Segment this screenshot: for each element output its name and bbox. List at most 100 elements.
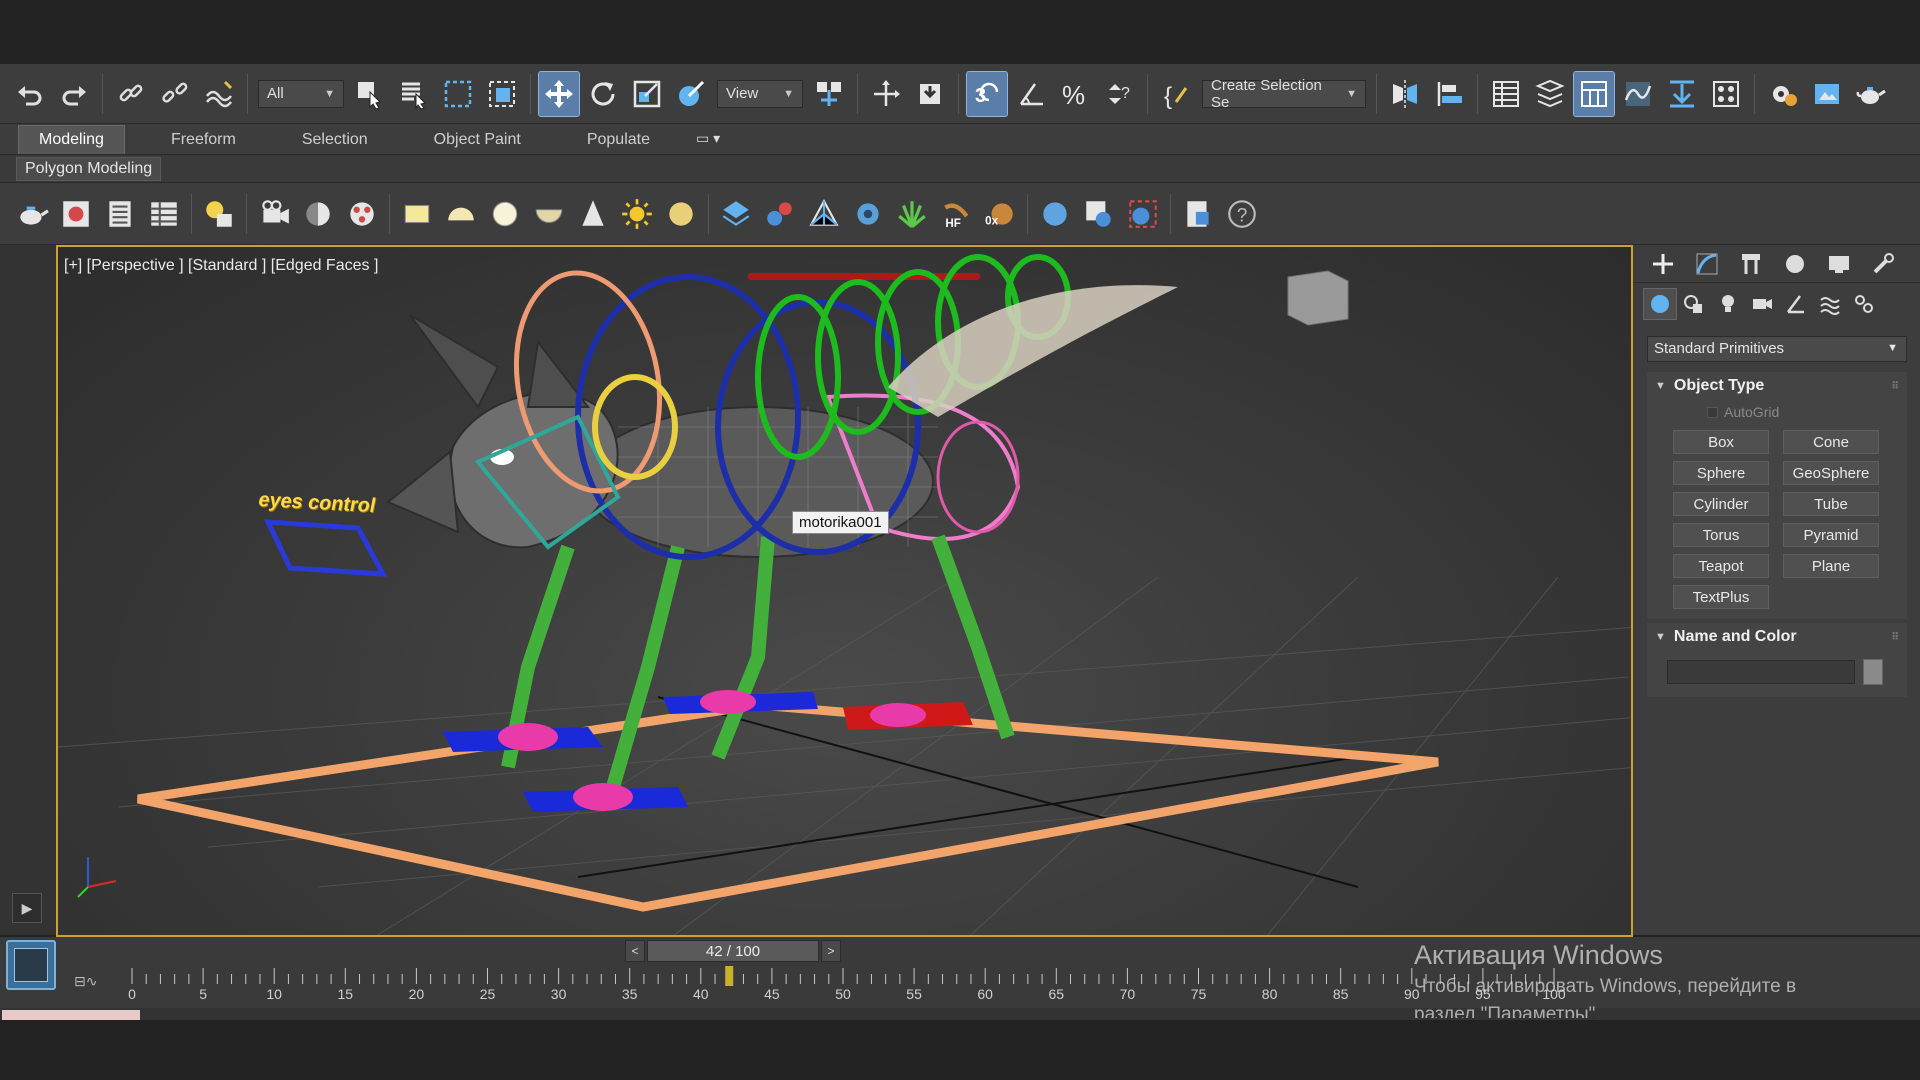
hemisphere-button[interactable] (298, 192, 338, 236)
layer-explorer-button[interactable] (1530, 72, 1570, 116)
category-shapes[interactable] (1677, 288, 1711, 320)
expand-panel-button[interactable]: ▶ (12, 893, 42, 923)
cone-primitive-button[interactable] (573, 192, 613, 236)
render-frame-button[interactable] (56, 192, 96, 236)
toggle-ribbon-button[interactable] (1573, 70, 1615, 117)
previous-frame-button[interactable]: < (625, 940, 645, 962)
schematic-view-button[interactable] (1662, 72, 1702, 116)
next-frame-button[interactable]: > (821, 940, 841, 962)
select-manipulate-button[interactable] (866, 72, 906, 116)
tab-object-paint[interactable]: Object Paint (414, 126, 541, 154)
bind-spacewarp-button[interactable] (199, 72, 239, 116)
select-by-name-button[interactable] (394, 72, 434, 116)
category-spacewarps[interactable] (1813, 288, 1847, 320)
tab-modify[interactable] (1685, 248, 1729, 280)
category-geometry[interactable] (1643, 288, 1677, 320)
redo-button[interactable] (54, 72, 94, 116)
film-reel-button[interactable] (342, 192, 382, 236)
tab-utilities[interactable] (1861, 248, 1905, 280)
list-view-button[interactable] (100, 192, 140, 236)
select-and-move-button[interactable] (538, 70, 580, 117)
select-object-button[interactable] (350, 72, 390, 116)
asset-tracking-button[interactable] (1178, 192, 1218, 236)
curve-editor-button[interactable] (1618, 72, 1658, 116)
geosphere-button[interactable]: GeoSphere (1783, 461, 1879, 485)
undo-button[interactable] (10, 72, 50, 116)
category-cameras[interactable] (1745, 288, 1779, 320)
render-production-button[interactable] (1851, 72, 1891, 116)
pyramid-button[interactable]: Pyramid (1783, 523, 1879, 547)
gear-object-button[interactable] (848, 192, 888, 236)
align-button[interactable] (1429, 72, 1469, 116)
render-region-button[interactable] (1123, 192, 1163, 236)
mini-listener-button[interactable] (6, 940, 56, 990)
category-lights[interactable] (1711, 288, 1745, 320)
help-button[interactable]: ? (1222, 192, 1262, 236)
tab-modeling[interactable]: Modeling (18, 125, 125, 154)
tab-populate[interactable]: Populate (567, 126, 670, 154)
box-button[interactable]: Box (1673, 430, 1769, 454)
object-name-field[interactable] (1667, 660, 1855, 684)
tab-display[interactable] (1817, 248, 1861, 280)
rendered-frame-window-button[interactable] (1807, 72, 1847, 116)
sphere-primitive-button[interactable] (485, 192, 525, 236)
maxscript-listener-field[interactable] (2, 1010, 140, 1020)
material-editor-button[interactable] (1706, 72, 1746, 116)
tab-hierarchy[interactable] (1729, 248, 1773, 280)
table-view-button[interactable] (144, 192, 184, 236)
autogrid-checkbox[interactable]: AutoGrid (1647, 400, 1907, 424)
time-slider-thumb[interactable]: 42 / 100 (647, 940, 819, 962)
scene-explorer-button[interactable] (1486, 72, 1526, 116)
polygon-modeling-panel[interactable]: Polygon Modeling (16, 157, 162, 181)
cylinder-button[interactable]: Cylinder (1673, 492, 1769, 516)
tube-button[interactable]: Tube (1783, 492, 1879, 516)
link-button[interactable] (111, 72, 151, 116)
object-type-header[interactable]: ▼ Object Type ⠿ (1647, 372, 1907, 400)
category-helpers[interactable] (1779, 288, 1813, 320)
select-and-rotate-button[interactable] (583, 72, 623, 116)
named-selection-dropdown[interactable]: Create Selection Se ▼ (1202, 77, 1366, 111)
reference-coordinate-dropdown[interactable]: View ▼ (717, 79, 803, 108)
gold-sphere-button[interactable] (661, 192, 701, 236)
light-lister-button[interactable] (199, 192, 239, 236)
cone-button[interactable]: Cone (1783, 430, 1879, 454)
category-systems[interactable] (1847, 288, 1881, 320)
mirror-button[interactable] (1385, 72, 1425, 116)
particle-system-button[interactable] (760, 192, 800, 236)
tab-selection[interactable]: Selection (282, 126, 388, 154)
foliage-button[interactable] (892, 192, 932, 236)
camera-tool-button[interactable] (254, 192, 294, 236)
percent-snap-button[interactable]: % (1055, 72, 1095, 116)
snaps-toggle-button[interactable]: 3 (966, 70, 1008, 117)
window-crossing-button[interactable] (482, 72, 522, 116)
keyboard-shortcut-toggle-button[interactable] (910, 72, 950, 116)
textplus-button[interactable]: TextPlus (1673, 585, 1769, 609)
rectangular-selection-button[interactable] (438, 72, 478, 116)
sun-light-button[interactable] (617, 192, 657, 236)
pivot-center-button[interactable] (809, 72, 849, 116)
hemisphere-primitive-button[interactable] (441, 192, 481, 236)
angle-snap-button[interactable] (1011, 72, 1051, 116)
object-color-swatch[interactable] (1863, 659, 1883, 685)
edit-named-selection-button[interactable]: { (1156, 72, 1196, 116)
ox-material-button[interactable]: 0x (980, 192, 1020, 236)
tab-freeform[interactable]: Freeform (151, 126, 256, 154)
plane-button[interactable]: Plane (1783, 554, 1879, 578)
material-assign-button[interactable] (1079, 192, 1119, 236)
place-button[interactable] (671, 72, 711, 116)
render-setup-button[interactable] (1763, 72, 1803, 116)
ribbon-options-button[interactable]: ▭ ▾ (696, 130, 720, 154)
sphere-button[interactable]: Sphere (1673, 461, 1769, 485)
selection-filter-dropdown[interactable]: All ▼ (258, 79, 344, 108)
hair-fur-button[interactable]: HF (936, 192, 976, 236)
grid-pattern-button[interactable] (716, 192, 756, 236)
helper-button[interactable] (804, 192, 844, 236)
current-frame-marker[interactable] (725, 966, 734, 986)
teapot-button[interactable] (12, 192, 52, 236)
tab-create[interactable] (1641, 248, 1685, 280)
primitive-category-dropdown[interactable]: Standard Primitives ▼ (1647, 336, 1907, 362)
spinner-snap-button[interactable]: ? (1099, 72, 1139, 116)
blue-sphere-button[interactable] (1035, 192, 1075, 236)
plane-primitive-button[interactable] (397, 192, 437, 236)
unlink-button[interactable] (155, 72, 195, 116)
